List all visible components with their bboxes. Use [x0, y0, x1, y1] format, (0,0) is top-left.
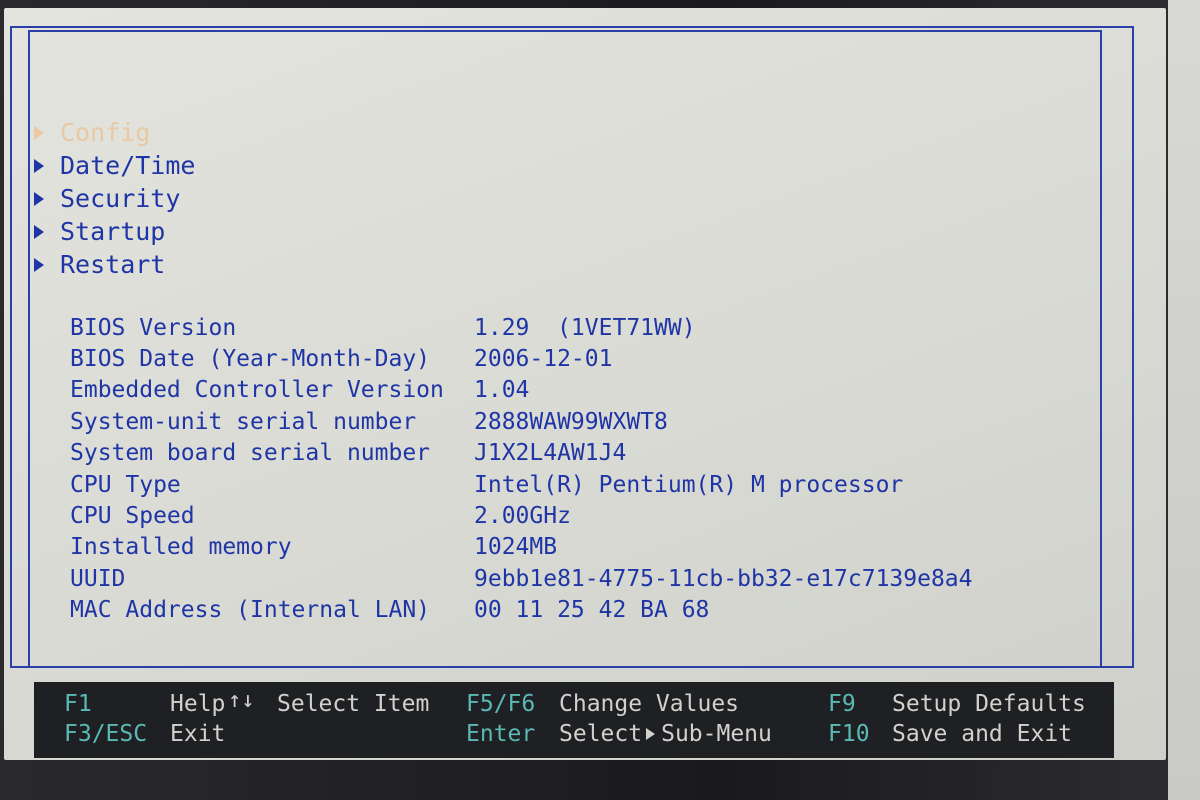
info-label: BIOS Date (Year-Month-Day)	[70, 346, 431, 373]
info-label: Installed memory	[70, 534, 292, 561]
triangle-right-icon	[34, 125, 44, 140]
select-item-label: Select Item	[277, 691, 430, 717]
info-row-board-serial: System board serial number J1X2L4AW1J4	[70, 438, 973, 469]
info-row-uuid: UUID 9ebb1e81-4775-11cb-bb32-e17c7139e8a…	[70, 563, 973, 594]
info-row-cpu-speed: CPU Speed 2.00GHz	[70, 500, 973, 531]
triangle-right-icon	[34, 224, 44, 239]
info-value: Intel(R) Pentium(R) M processor	[474, 471, 904, 498]
menu-item-date-time[interactable]: Date/Time	[34, 149, 195, 182]
f9-key: F9	[828, 691, 856, 717]
info-row-ec-version: Embedded Controller Version 1.04	[70, 375, 973, 406]
info-row-cpu-type: CPU Type Intel(R) Pentium(R) M processor	[70, 469, 973, 500]
menu-item-label: Config	[60, 118, 151, 147]
info-row-memory: Installed memory 1024MB	[70, 532, 973, 563]
info-label: System-unit serial number	[70, 408, 417, 435]
triangle-right-icon	[34, 257, 44, 272]
info-value: 2.00GHz	[474, 503, 571, 530]
info-row-bios-version: BIOS Version 1.29 (1VET71WW)	[70, 312, 973, 343]
info-value: J1X2L4AW1J4	[474, 440, 627, 467]
info-label: CPU Speed	[70, 503, 195, 530]
info-label: CPU Type	[70, 471, 181, 498]
save-and-exit-label: Save and Exit	[892, 721, 1073, 747]
main-menu: Config Date/Time Security Startup Restar…	[34, 116, 195, 281]
triangle-right-icon	[34, 191, 44, 206]
info-label: System board serial number	[70, 440, 431, 467]
triangle-right-icon	[34, 158, 44, 173]
menu-item-label: Restart	[60, 250, 166, 279]
info-value: 9ebb1e81-4775-11cb-bb32-e17c7139e8a4	[474, 565, 973, 592]
menu-item-label: Startup	[60, 217, 166, 246]
info-row-system-serial: System-unit serial number 2888WAW99WXWT8	[70, 406, 973, 437]
info-value: 00 11 25 42 BA 68	[474, 597, 710, 624]
menu-item-security[interactable]: Security	[34, 182, 195, 215]
f1-key: F1	[64, 691, 92, 717]
enter-key: Enter	[466, 721, 536, 747]
f3-esc-key: F3/ESC	[64, 721, 148, 747]
menu-item-startup[interactable]: Startup	[34, 215, 195, 248]
info-value: 2006-12-01	[474, 346, 613, 373]
f5-f6-key: F5/F6	[466, 691, 536, 717]
help-label: Help	[170, 691, 226, 717]
info-value: 1024MB	[474, 534, 558, 561]
info-value: 2888WAW99WXWT8	[474, 408, 668, 435]
info-label: MAC Address (Internal LAN)	[70, 597, 431, 624]
bios-screen: Config Date/Time Security Startup Restar…	[4, 8, 1166, 760]
info-label: BIOS Version	[70, 314, 237, 341]
menu-item-config[interactable]: Config	[34, 116, 195, 149]
f10-key: F10	[828, 721, 870, 747]
background-wall	[1168, 0, 1200, 800]
info-value: 1.29 (1VET71WW)	[474, 314, 696, 341]
info-label: UUID	[70, 565, 126, 592]
exit-label: Exit	[170, 721, 226, 747]
info-row-bios-date: BIOS Date (Year-Month-Day) 2006-12-01	[70, 343, 973, 374]
system-info: BIOS Version 1.29 (1VET71WW) BIOS Date (…	[70, 312, 973, 626]
change-values-label: Change Values	[559, 691, 740, 717]
menu-item-label: Security	[60, 184, 181, 213]
triangle-right-icon	[646, 727, 656, 740]
menu-item-label: Date/Time	[60, 151, 196, 180]
info-value: 1.04	[474, 377, 530, 404]
select-sub-menu-label: Select Sub-Menu	[559, 721, 772, 747]
setup-defaults-label: Setup Defaults	[892, 691, 1086, 717]
sub-menu-label: Sub-Menu	[661, 721, 772, 747]
select-label: Select	[559, 721, 643, 747]
key-help-bar: F1 Help ↑↓ Select Item F5/F6 Change Valu…	[34, 682, 1114, 758]
up-down-arrows-icon: ↑↓	[228, 688, 255, 713]
info-label: Embedded Controller Version	[70, 377, 444, 404]
menu-item-restart[interactable]: Restart	[34, 248, 195, 281]
info-row-mac-address: MAC Address (Internal LAN) 00 11 25 42 B…	[70, 595, 973, 626]
